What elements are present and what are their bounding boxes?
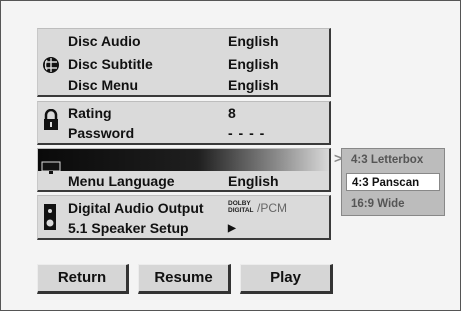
disc-menu-label: Disc Menu [68,77,139,93]
language-panel: Disc Audio English Disc Subtitle English… [37,28,331,97]
setup-screen: Disc Audio English Disc Subtitle English… [0,0,461,311]
dolby-digital-logo: DOLBY DIGITAL [228,200,254,214]
disc-audio-label: Disc Audio [68,33,141,49]
password-row[interactable]: Password - - - - [38,122,329,144]
digital-text: DIGITAL [228,207,254,214]
disc-menu-row[interactable]: Disc Menu English [38,74,329,96]
aspect-ratio-submenu: 4:3 Letterbox 4:3 Panscan 16:9 Wide [341,148,445,216]
disc-menu-value: English [228,77,279,93]
disc-subtitle-label: Disc Subtitle [68,56,153,72]
rating-label: Rating [68,105,112,121]
option-letterbox[interactable]: 4:3 Letterbox [346,151,440,169]
menu-language-value: English [228,173,279,189]
audio-panel: Digital Audio Output DOLBY DIGITAL /PCM … [37,195,331,240]
display-panel: Menu Language English [37,148,331,192]
speaker-setup-arrow-icon: ▶ [228,223,236,234]
dolby-text: DOLBY [228,200,251,207]
play-button[interactable]: Play [240,264,333,294]
speaker-setup-row[interactable]: 5.1 Speaker Setup ▶ [38,217,329,239]
rating-row[interactable]: Rating 8 [38,102,329,130]
disc-subtitle-value: English [228,56,279,72]
lock-panel: Rating 8 Password - - - - [37,101,331,145]
password-value: - - - - [228,125,266,141]
disc-audio-row[interactable]: Disc Audio English [38,30,329,52]
rating-value: 8 [228,105,236,121]
disc-audio-value: English [228,33,279,49]
option-panscan[interactable]: 4:3 Panscan [346,173,440,191]
digital-audio-output-label: Digital Audio Output [68,200,204,216]
speaker-setup-label: 5.1 Speaker Setup [68,220,189,236]
password-label: Password [68,125,135,141]
disc-subtitle-row[interactable]: Disc Subtitle English [38,53,329,75]
menu-language-row[interactable]: Menu Language English [38,170,329,192]
pcm-value: /PCM [257,201,287,215]
menu-language-label: Menu Language [68,173,175,189]
resume-button[interactable]: Resume [138,264,231,294]
aspect-ratio-row-highlight[interactable] [38,149,329,171]
return-button[interactable]: Return [37,264,129,294]
option-wide[interactable]: 16:9 Wide [346,195,440,213]
digital-audio-output-row[interactable]: Digital Audio Output DOLBY DIGITAL /PCM [38,197,329,230]
